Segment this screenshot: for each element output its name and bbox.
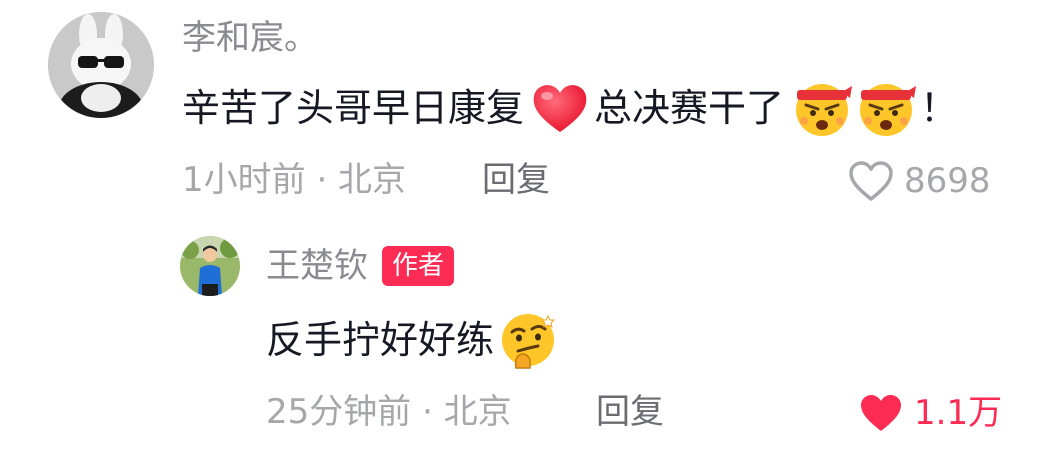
author-badge: 作者: [382, 246, 455, 286]
reply-reply-button[interactable]: 回复: [596, 392, 664, 432]
replier-username[interactable]: 王楚钦: [266, 246, 368, 286]
red-heart-emoji-icon: [530, 78, 590, 138]
commenter-username[interactable]: 李和宸。: [182, 18, 318, 58]
reply-text: 反手拧好好练: [266, 310, 558, 370]
reply-time-location: 25分钟前 · 北京: [266, 392, 512, 432]
angry-headband-emoji-icon: [856, 78, 917, 138]
reply-like-count: 1.1万: [914, 393, 1003, 433]
comment-reply-button[interactable]: 回复: [482, 160, 550, 200]
thinking-smirk-emoji-icon: [498, 310, 558, 370]
angry-headband-emoji-icon: [792, 78, 853, 138]
heart-filled-icon: [858, 392, 904, 434]
comment-text-part1: 辛苦了头哥早日康复: [182, 86, 525, 130]
comment-time-location: 1小时前 · 北京: [182, 160, 407, 200]
heart-outline-icon: [848, 160, 894, 202]
comment-like-count: 8698: [904, 161, 991, 201]
comment-text-end: ！: [920, 86, 959, 130]
comment-text-part2: 总决赛干了: [594, 86, 785, 130]
comment-like-button[interactable]: 8698: [848, 160, 991, 202]
reply-like-button[interactable]: 1.1万: [858, 392, 1002, 434]
replier-header: 王楚钦 作者: [266, 246, 455, 286]
commenter-avatar[interactable]: [48, 12, 154, 118]
reply-text-content: 反手拧好好练: [266, 318, 495, 362]
comment-text: 辛苦了头哥早日康复 总决赛干了 ！: [182, 78, 958, 138]
replier-avatar[interactable]: [180, 236, 240, 296]
